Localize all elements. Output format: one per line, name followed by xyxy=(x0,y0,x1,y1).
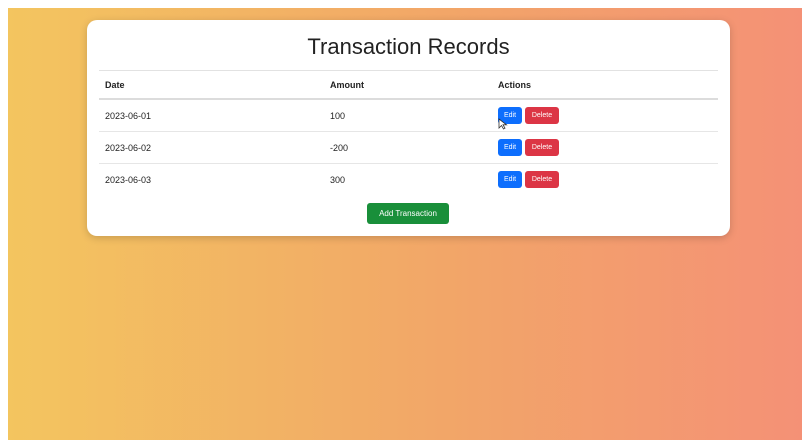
header-date: Date xyxy=(99,70,324,100)
delete-button[interactable]: Delete xyxy=(525,139,559,156)
page-title: Transaction Records xyxy=(307,34,510,59)
cell-date: 2023-06-02 xyxy=(99,131,324,164)
transactions-card: Transaction Records Date Amount Actions … xyxy=(87,20,730,236)
page-background: Transaction Records Date Amount Actions … xyxy=(8,8,802,440)
cell-amount: 100 xyxy=(324,99,492,132)
pointer-cursor-icon xyxy=(498,118,508,130)
delete-button[interactable]: Delete xyxy=(525,171,559,188)
transactions-table: Date Amount Actions 2023-06-01 100 Edit D… xyxy=(99,70,718,195)
table-row: 2023-06-02 -200 Edit Delete xyxy=(99,131,718,164)
cell-date: 2023-06-01 xyxy=(99,99,324,132)
cell-amount: -200 xyxy=(324,131,492,164)
cell-actions: Edit Delete xyxy=(492,99,718,132)
edit-button[interactable]: Edit xyxy=(498,139,522,156)
add-transaction-button[interactable]: Add Transaction xyxy=(367,203,449,224)
delete-button[interactable]: Delete xyxy=(525,107,559,124)
cell-actions: Edit Delete xyxy=(492,164,718,196)
table-row: 2023-06-01 100 Edit Delete xyxy=(99,99,718,132)
edit-button[interactable]: Edit xyxy=(498,171,522,188)
header-amount: Amount xyxy=(324,70,492,100)
table-row: 2023-06-03 300 Edit Delete xyxy=(99,164,718,196)
table-header-row: Date Amount Actions xyxy=(99,70,718,100)
header-actions: Actions xyxy=(492,70,718,100)
cell-date: 2023-06-03 xyxy=(105,174,152,185)
cell-actions: Edit Delete xyxy=(492,131,718,164)
cell-amount: 300 xyxy=(330,174,346,185)
